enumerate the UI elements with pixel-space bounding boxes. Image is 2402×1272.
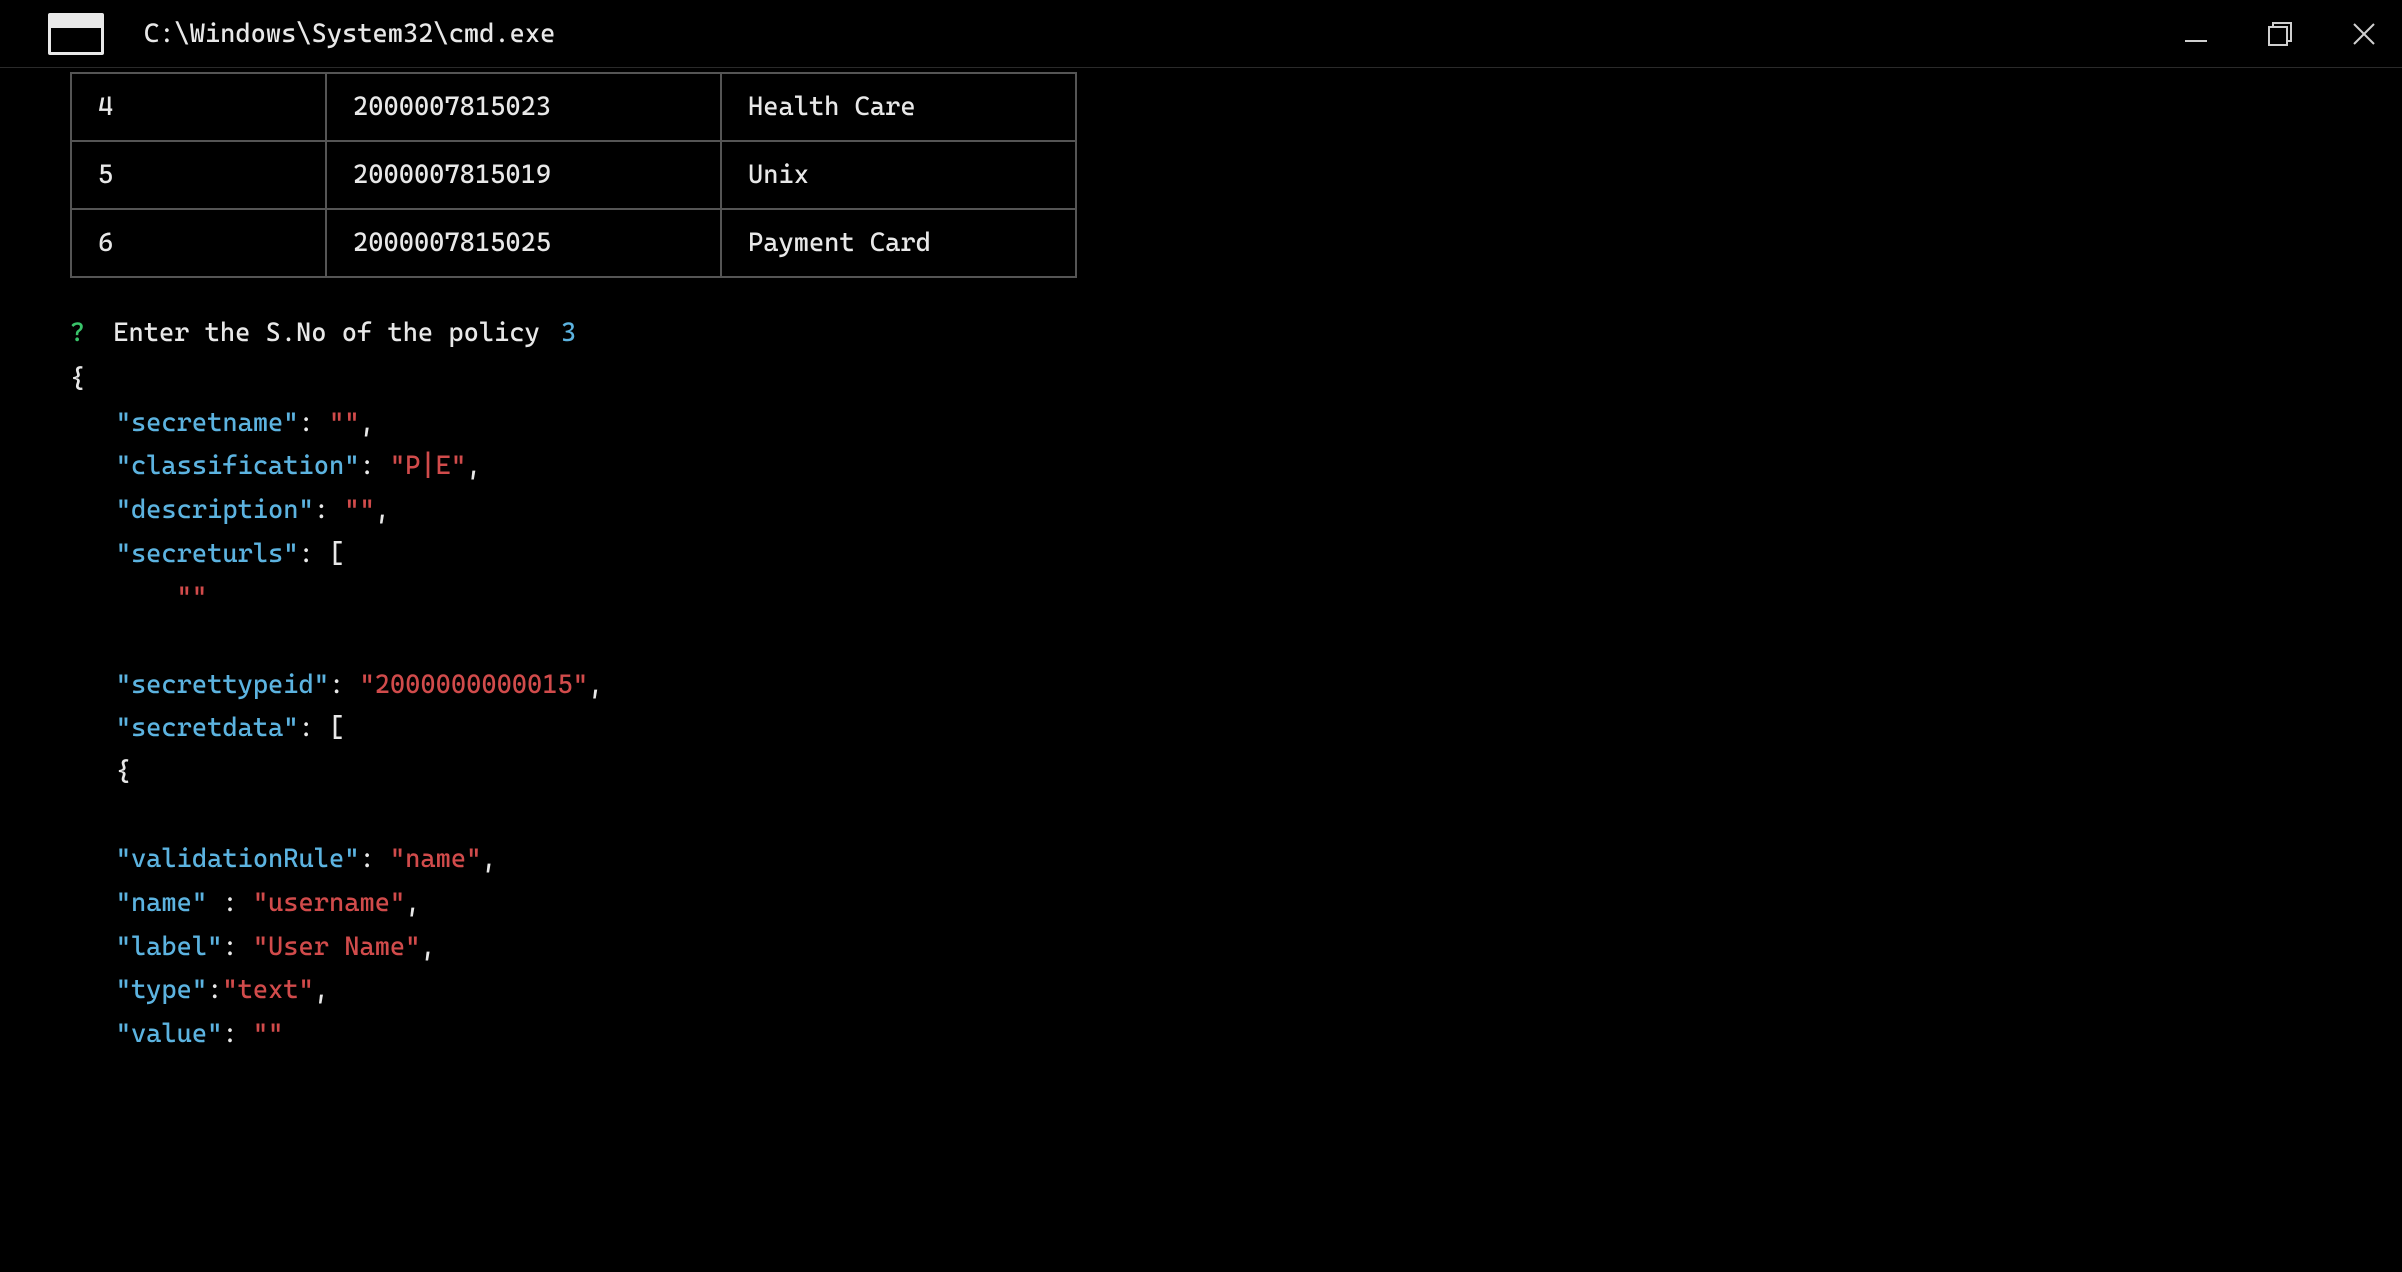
- table-row: 4 2000007815023 Health Care: [71, 73, 1076, 141]
- cell-sno: 4: [71, 73, 326, 141]
- window-controls: [2178, 0, 2382, 67]
- json-string: "username": [253, 888, 405, 918]
- json-key: "secretname": [116, 408, 299, 438]
- json-string: "text": [222, 975, 313, 1005]
- json-key: "secrettypeid": [116, 670, 329, 700]
- json-key: "label": [116, 932, 223, 962]
- close-button[interactable]: [2346, 16, 2382, 52]
- maximize-button[interactable]: [2262, 16, 2298, 52]
- table-row: 5 2000007815019 Unix: [71, 141, 1076, 209]
- json-key: "secreturls": [116, 539, 299, 569]
- json-key: "validationRule": [116, 844, 360, 874]
- prompt-line: ? Enter the S.No of the policy 3: [70, 318, 2332, 348]
- titlebar: C:\Windows\System32\cmd.exe: [0, 0, 2402, 68]
- table-row: 6 2000007815025 Payment Card: [71, 209, 1076, 277]
- json-key: "description": [116, 495, 314, 525]
- prompt-answer: 3: [555, 318, 576, 348]
- json-string: "": [253, 1019, 283, 1049]
- cell-id: 2000007815023: [326, 73, 721, 141]
- terminal-window: C:\Windows\System32\cmd.exe 4: [0, 0, 2402, 1272]
- window-title: C:\Windows\System32\cmd.exe: [144, 19, 555, 49]
- json-string: "User Name": [253, 932, 421, 962]
- json-key: "type": [116, 975, 207, 1005]
- cell-id: 2000007815019: [326, 141, 721, 209]
- json-string: "": [344, 495, 374, 525]
- terminal-content[interactable]: 4 2000007815023 Health Care 5 2000007815…: [0, 68, 2402, 1272]
- prompt-marker-icon: ?: [70, 318, 85, 348]
- json-string: "name": [390, 844, 481, 874]
- cell-name: Payment Card: [721, 209, 1076, 277]
- json-string: "": [177, 582, 207, 612]
- json-string: "": [329, 408, 359, 438]
- json-key: "name": [116, 888, 207, 918]
- json-key: "secretdata": [116, 713, 299, 743]
- json-key: "classification": [116, 451, 360, 481]
- cell-name: Unix: [721, 141, 1076, 209]
- cell-id: 2000007815025: [326, 209, 721, 277]
- json-key: "value": [116, 1019, 223, 1049]
- json-string: "P|E": [390, 451, 466, 481]
- cell-name: Health Care: [721, 73, 1076, 141]
- cmd-icon: [48, 13, 104, 55]
- json-output: { "secretname": "", "classification": "P…: [70, 358, 2332, 1057]
- cell-sno: 6: [71, 209, 326, 277]
- prompt-text: Enter the S.No of the policy: [113, 318, 540, 348]
- cell-sno: 5: [71, 141, 326, 209]
- minimize-button[interactable]: [2178, 16, 2214, 52]
- policy-table: 4 2000007815023 Health Care 5 2000007815…: [70, 72, 1077, 278]
- json-string: "2000000000015": [359, 670, 588, 700]
